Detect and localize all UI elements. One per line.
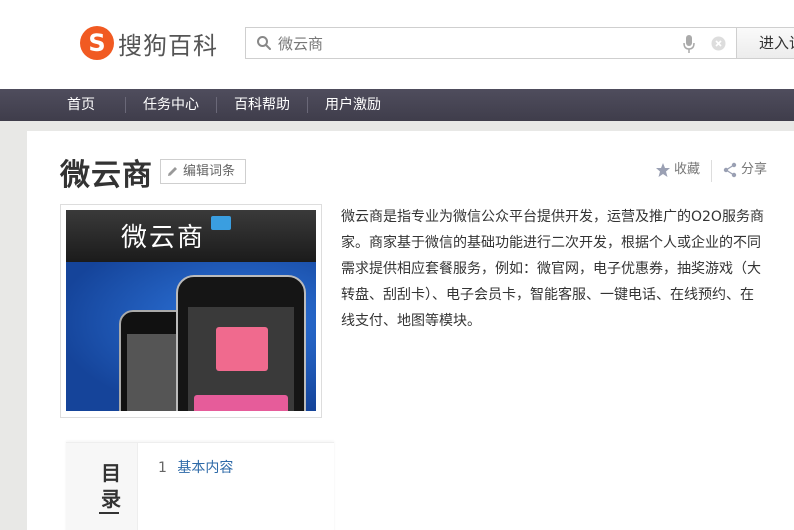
star-icon: [656, 163, 670, 177]
nav-item-help[interactable]: 百科帮助: [234, 89, 290, 121]
toc-label: 目录: [101, 461, 121, 511]
share-icon: [723, 162, 737, 178]
pencil-icon: [168, 167, 177, 176]
page-title: 微云商: [60, 158, 153, 193]
phone-call-tile: [216, 327, 268, 371]
clear-icon[interactable]: [711, 36, 726, 51]
main-nav: 首页 任务中心 百科帮助 用户激励: [0, 89, 794, 121]
toc-item[interactable]: 1 基本内容: [158, 457, 233, 477]
share-button[interactable]: 分享: [722, 161, 767, 179]
nav-divider: [307, 97, 308, 113]
toc-underline: [99, 512, 119, 514]
entry-image-content: 微云商: [66, 210, 316, 411]
mic-icon[interactable]: [682, 34, 696, 54]
action-divider: [711, 160, 712, 182]
nav-divider: [216, 97, 217, 113]
image-badge-icon: [211, 216, 231, 230]
enter-button[interactable]: 进入词: [736, 27, 794, 59]
entry-image[interactable]: 微云商: [60, 204, 322, 418]
phone-front-icon: [176, 275, 306, 411]
image-header-bar: 微云商: [66, 210, 316, 262]
nav-item-rewards[interactable]: 用户激励: [325, 89, 381, 121]
share-label: 分享: [741, 162, 768, 177]
nav-item-home[interactable]: 首页: [67, 89, 95, 121]
favorite-button[interactable]: 收藏: [655, 161, 700, 179]
edit-entry-label: 编辑词条: [183, 164, 236, 179]
toc-item-link[interactable]: 基本内容: [177, 460, 233, 476]
header: 搜狗百科 进入词: [0, 0, 794, 89]
edit-entry-button[interactable]: 编辑词条: [160, 159, 246, 184]
toc-item-number: 1: [158, 460, 167, 476]
nav-divider: [125, 97, 126, 113]
search-box: [245, 27, 737, 59]
nav-item-tasks[interactable]: 任务中心: [143, 89, 199, 121]
site-logo[interactable]: 搜狗百科: [80, 23, 218, 63]
search-icon: [257, 36, 271, 50]
favorite-label: 收藏: [674, 162, 701, 177]
image-title: 微云商: [121, 223, 206, 253]
search-input[interactable]: [278, 28, 658, 58]
entry-description: 微云商是指专业为微信公众平台提供开发，运营及推广的O2O服务商家。商家基于微信的…: [341, 209, 764, 329]
sogou-logo-icon: [80, 26, 114, 60]
phone-banner: [194, 395, 288, 411]
brand-name: 搜狗百科: [118, 31, 218, 60]
